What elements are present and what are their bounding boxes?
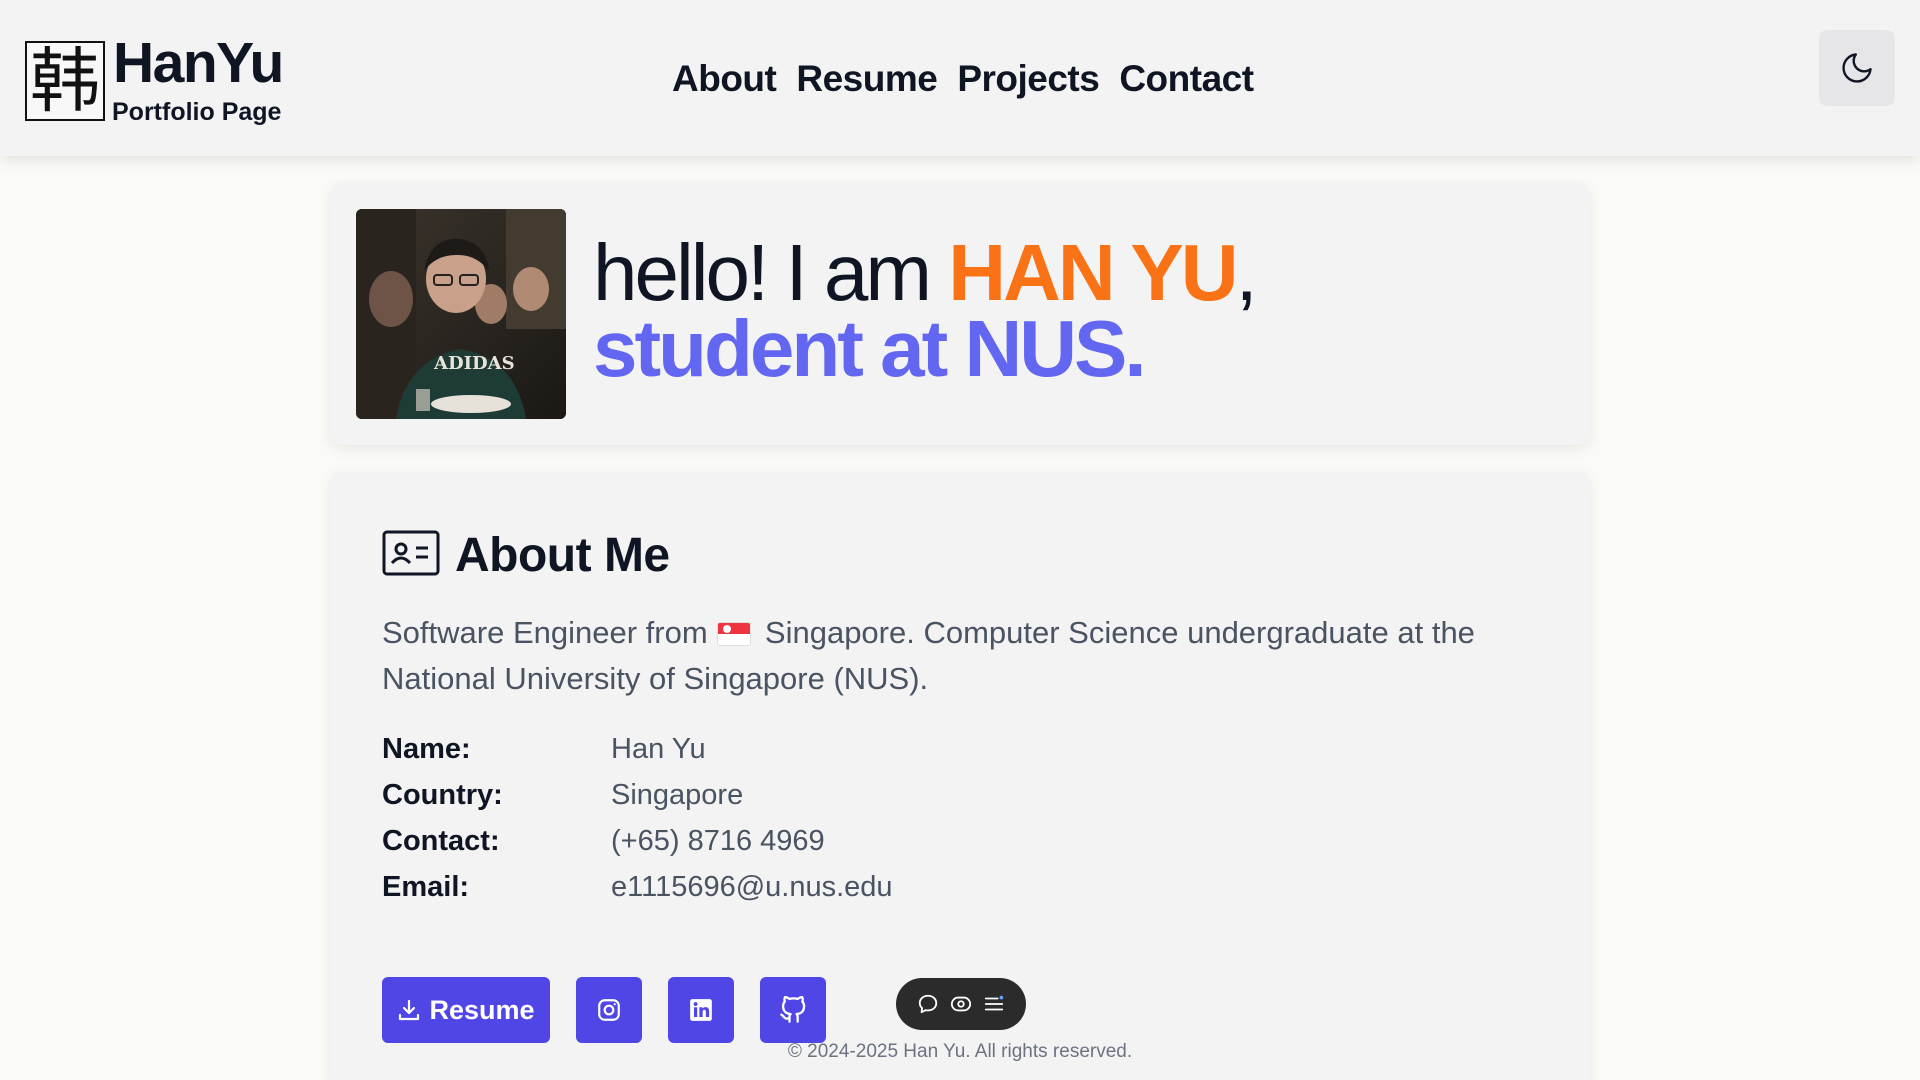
nav-contact[interactable]: Contact <box>1119 58 1254 100</box>
main-nav: About Resume Projects Contact <box>672 58 1254 100</box>
eye-icon[interactable] <box>950 993 972 1015</box>
about-description: Software Engineer from Singapore. Comput… <box>382 610 1552 702</box>
info-row-contact: Contact: (+65) 8716 4969 <box>382 818 893 864</box>
info-label: Name: <box>382 732 471 765</box>
moon-icon <box>1842 53 1872 83</box>
info-label: Contact: <box>382 824 500 857</box>
github-icon <box>780 996 806 1023</box>
nav-about[interactable]: About <box>672 58 777 100</box>
singapore-flag-icon <box>718 623 751 645</box>
info-value: Singapore <box>611 778 744 811</box>
brand-subtitle: Portfolio Page <box>112 98 282 126</box>
brand-title[interactable]: HanYu <box>113 30 284 96</box>
info-value: (+65) 8716 4969 <box>611 824 825 857</box>
menu-icon[interactable] <box>983 993 1005 1015</box>
instagram-icon <box>598 999 620 1021</box>
id-card-icon <box>382 530 440 576</box>
hero-card: ADIDAS hello! I am HAN YU, student at NU… <box>330 183 1590 445</box>
svg-text:ADIDAS: ADIDAS <box>433 353 515 374</box>
info-value: Han Yu <box>611 732 706 765</box>
info-value[interactable]: e1115696@u.nus.edu <box>611 871 893 904</box>
profile-photo: ADIDAS <box>356 209 566 419</box>
info-label: Country: <box>382 778 503 811</box>
hero-tagline: student at NUS. <box>593 304 1147 393</box>
about-title: About Me <box>455 529 670 582</box>
floating-toolbar <box>896 978 1026 1030</box>
info-row-name: Name: Han Yu <box>382 726 893 772</box>
linkedin-button[interactable] <box>668 977 734 1043</box>
info-label: Email: <box>382 870 470 903</box>
desc-part1: Software Engineer from <box>382 615 708 650</box>
resume-button-label: Resume <box>429 994 535 1025</box>
info-row-country: Country: Singapore <box>382 772 893 818</box>
hero-suffix: , <box>1235 228 1258 317</box>
logo[interactable]: 韩 <box>25 41 105 121</box>
download-icon <box>399 999 420 1021</box>
resume-download-button[interactable]: Resume <box>382 977 550 1043</box>
site-header: 韩 HanYu Portfolio Page About Resume Proj… <box>0 0 1920 156</box>
instagram-button[interactable] <box>576 977 642 1043</box>
theme-toggle-button[interactable] <box>1819 30 1895 106</box>
info-list: Name: Han Yu Country: Singapore Contact:… <box>382 726 893 910</box>
nav-projects[interactable]: Projects <box>957 58 1100 100</box>
nav-resume[interactable]: Resume <box>796 58 937 100</box>
comment-icon[interactable] <box>917 993 939 1015</box>
footer-copyright: © 2024-2025 Han Yu. All rights reserved. <box>787 1041 1133 1062</box>
github-button[interactable] <box>760 977 826 1043</box>
info-row-email: Email: e1115696@u.nus.edu <box>382 864 893 910</box>
linkedin-icon <box>690 999 712 1021</box>
